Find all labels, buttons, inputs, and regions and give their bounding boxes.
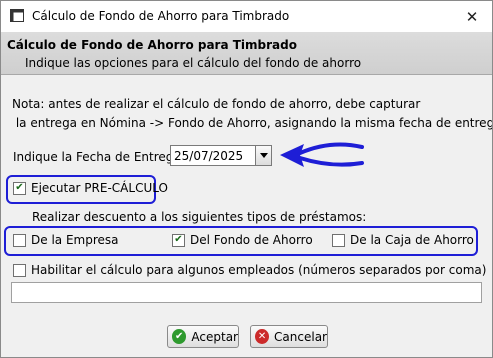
note-line-2: la entrega en Nómina -> Fondo de Ahorro,… bbox=[12, 116, 493, 130]
empresa-check-box[interactable] bbox=[13, 233, 26, 247]
header-subtitle: Indique las opciones para el cálculo del… bbox=[25, 56, 362, 70]
fondo-check-box[interactable]: ✔ bbox=[172, 233, 185, 247]
check-icon: ✔ bbox=[172, 329, 187, 344]
app-icon bbox=[10, 9, 24, 22]
precalculo-checkbox[interactable]: ✔ Ejecutar PRE-CÁLCULO bbox=[13, 181, 168, 195]
cancel-label: Cancelar bbox=[274, 329, 327, 344]
header-band: Cálculo de Fondo de Ahorro para Timbrado… bbox=[1, 32, 492, 75]
title-bar: Cálculo de Fondo de Ahorro para Timbrado… bbox=[1, 1, 492, 32]
precalculo-label: Ejecutar PRE-CÁLCULO bbox=[31, 181, 168, 195]
close-button[interactable]: ✕ bbox=[452, 1, 492, 32]
cancel-icon: ✕ bbox=[255, 329, 270, 344]
employees-input[interactable] bbox=[11, 282, 482, 303]
date-dropdown-button[interactable] bbox=[255, 145, 272, 166]
precalculo-check-box[interactable]: ✔ bbox=[13, 181, 26, 195]
empresa-label: De la Empresa bbox=[31, 233, 119, 247]
cancel-button[interactable]: ✕ Cancelar bbox=[250, 325, 328, 348]
loan-option-caja[interactable]: De la Caja de Ahorro bbox=[332, 233, 474, 247]
annotation-arrow bbox=[280, 142, 364, 167]
header-title: Cálculo de Fondo de Ahorro para Timbrado bbox=[7, 38, 297, 52]
dialog-window: Cálculo de Fondo de Ahorro para Timbrado… bbox=[0, 0, 493, 358]
note-text: Nota: antes de realizar el cálculo de fo… bbox=[12, 95, 493, 133]
employees-label: Habilitar el cálculo para algunos emplea… bbox=[31, 263, 487, 277]
window-title: Cálculo de Fondo de Ahorro para Timbrado bbox=[32, 9, 290, 23]
employees-check-box[interactable] bbox=[13, 263, 26, 277]
loan-option-empresa[interactable]: De la Empresa bbox=[13, 233, 119, 247]
employees-checkbox[interactable]: Habilitar el cálculo para algunos emplea… bbox=[13, 263, 486, 277]
close-icon: ✕ bbox=[465, 7, 479, 26]
date-label: Indique la Fecha de Entrega bbox=[13, 150, 181, 164]
note-line-1: Nota: antes de realizar el cálculo de fo… bbox=[12, 97, 421, 111]
accept-label: Aceptar bbox=[191, 329, 238, 344]
date-input[interactable] bbox=[170, 145, 256, 166]
caja-check-box[interactable] bbox=[332, 233, 345, 247]
caja-label: De la Caja de Ahorro bbox=[350, 233, 474, 247]
fondo-label: Del Fondo de Ahorro bbox=[190, 233, 313, 247]
loans-label: Realizar descuento a los siguientes tipo… bbox=[32, 210, 367, 224]
triangle-down-icon bbox=[259, 153, 268, 158]
accept-button[interactable]: ✔ Aceptar bbox=[167, 325, 239, 348]
loan-option-fondo[interactable]: ✔ Del Fondo de Ahorro bbox=[172, 233, 313, 247]
